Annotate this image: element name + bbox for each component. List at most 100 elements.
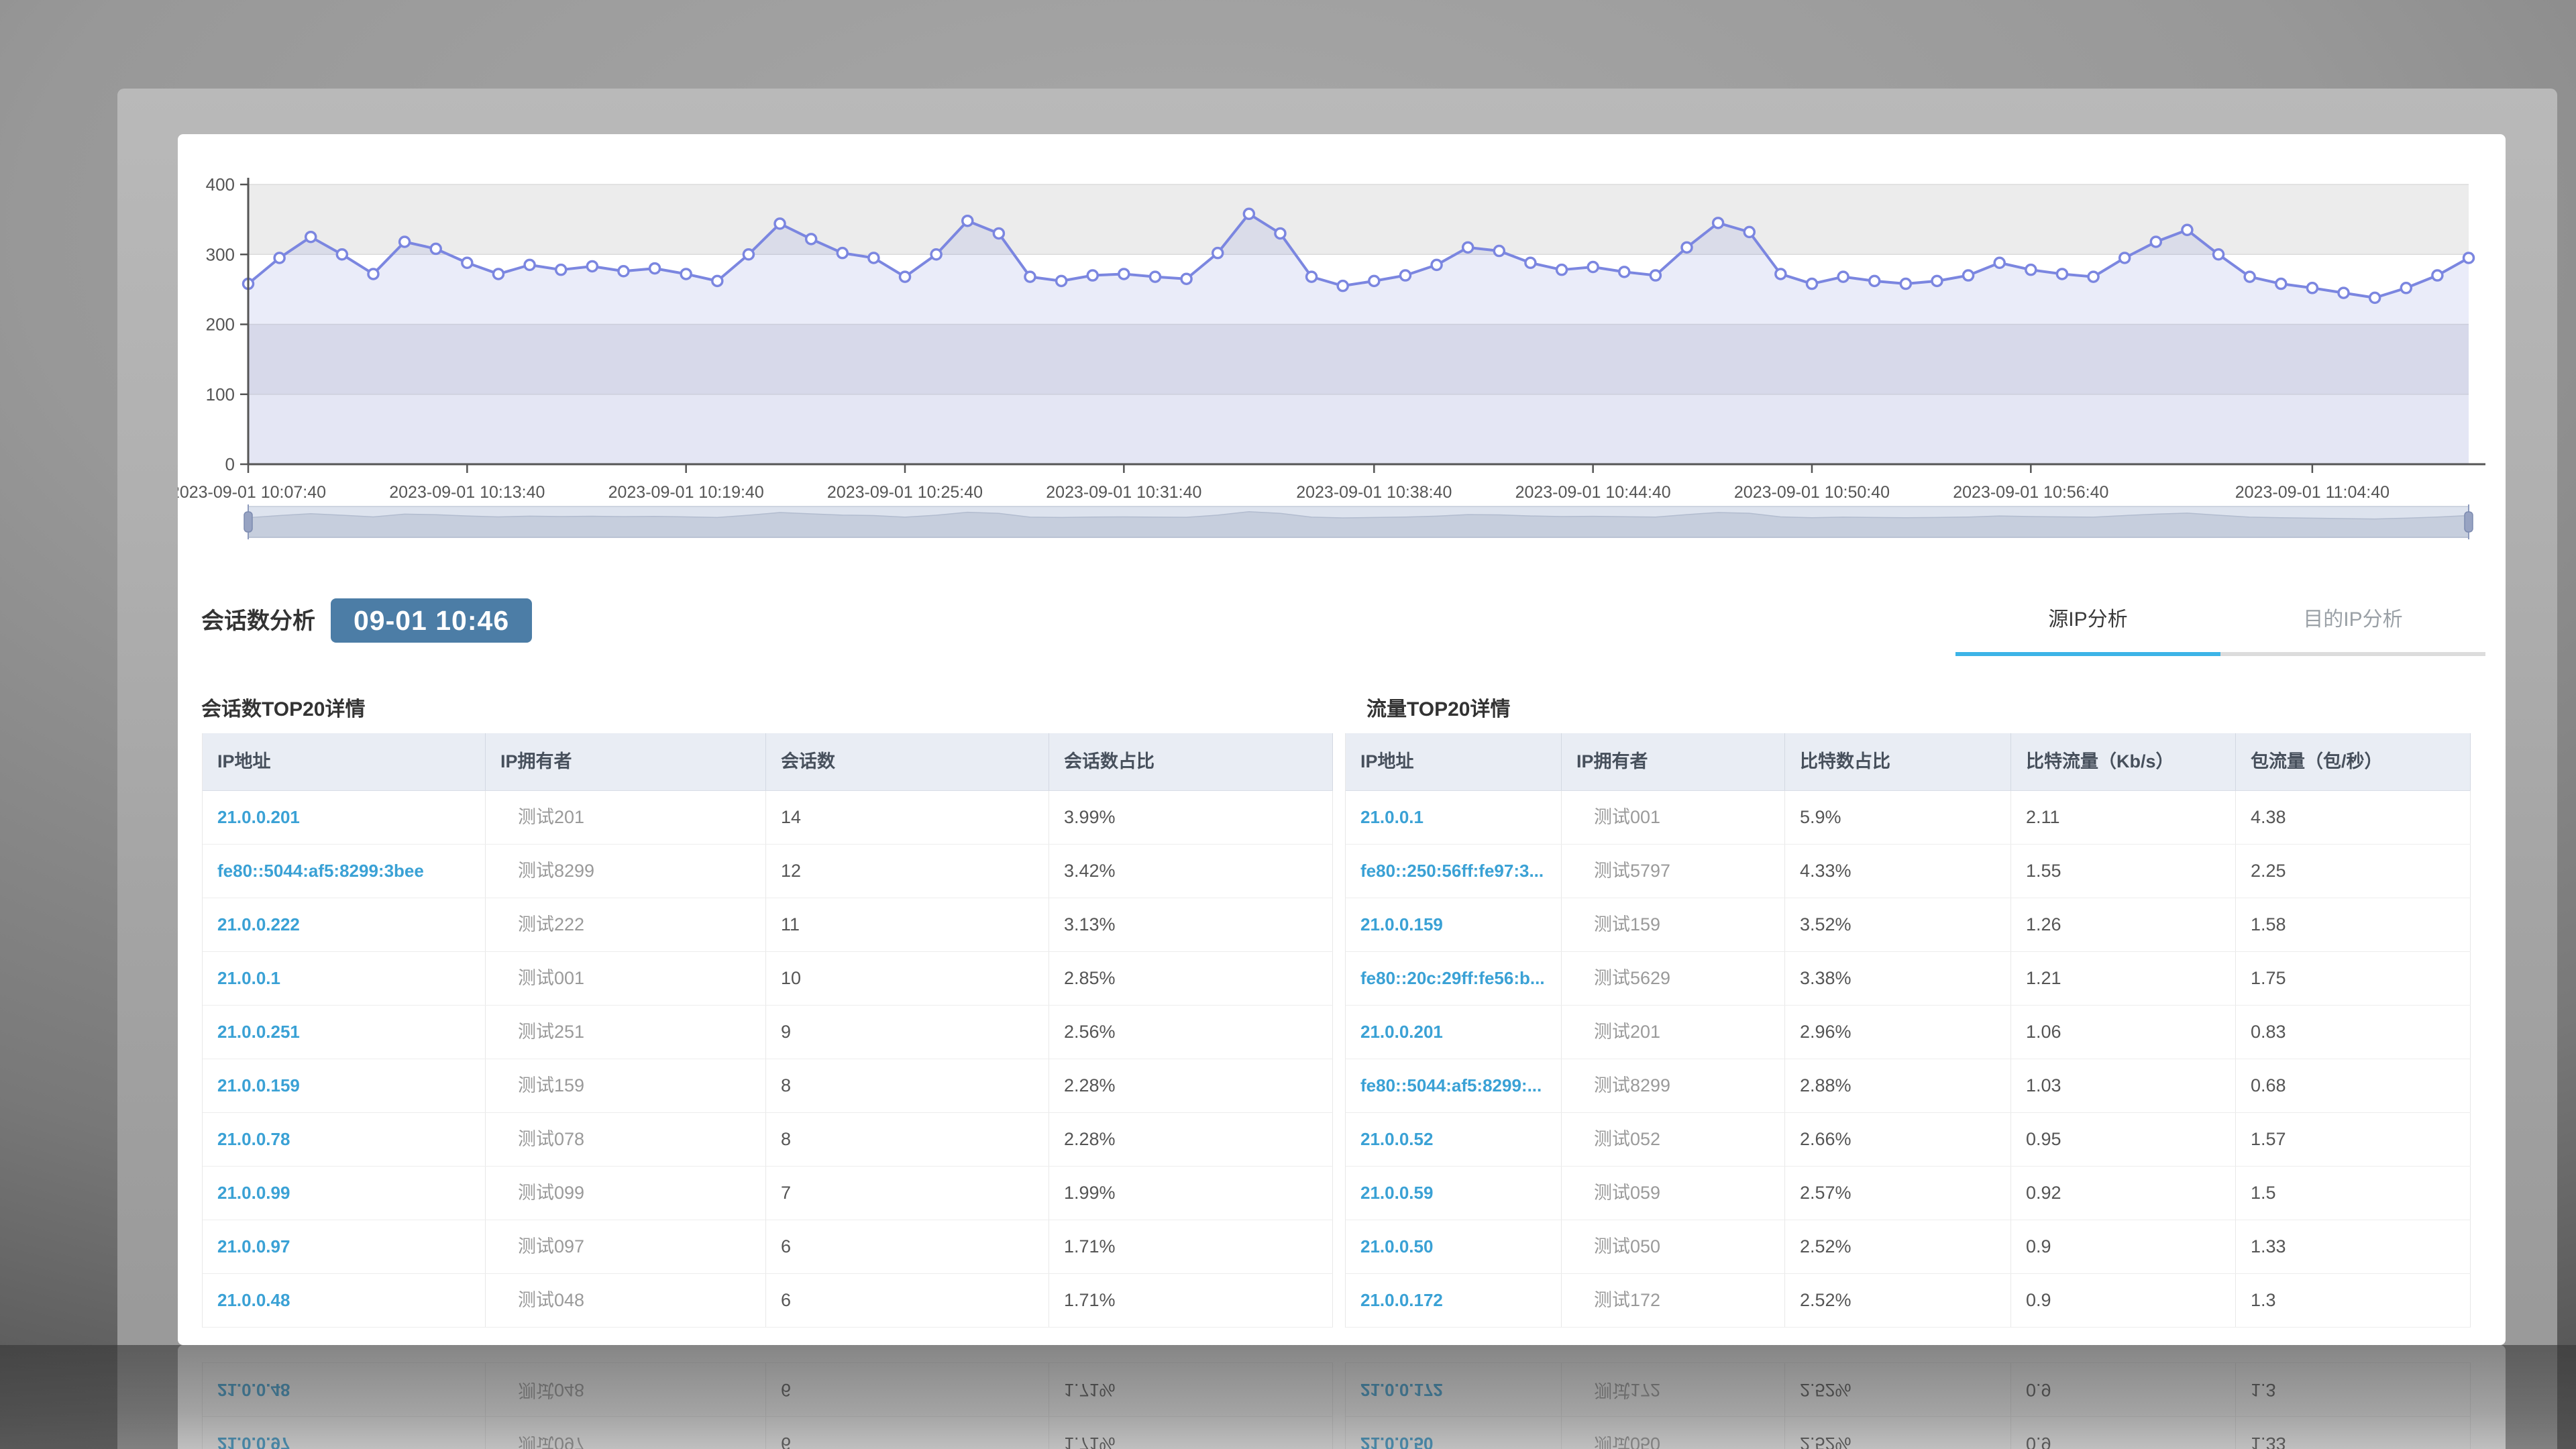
session-top20-table: IP地址 IP拥有者 会话数 会话数占比 21.0.0.201 测试201 14 3.99% f… xyxy=(202,733,1333,1328)
ip-link[interactable]: 21.0.0.172 xyxy=(1346,1274,1562,1327)
table-cell: 0.68 xyxy=(2236,1059,2471,1112)
ip-link[interactable]: fe80::5044:af5:8299:... xyxy=(1346,1059,1562,1112)
table-cell: 2.57% xyxy=(1785,1167,2011,1220)
column-header: 包流量（包/秒） xyxy=(2236,733,2471,790)
table-cell: 1.26 xyxy=(2011,898,2236,951)
column-header: IP拥有者 xyxy=(486,733,766,790)
tab-dest-ip[interactable]: 目的IP分析 xyxy=(2220,596,2485,656)
table-cell: 14 xyxy=(766,791,1049,844)
table-cell: 2.25 xyxy=(2236,845,2471,898)
table-cell: 测试5629 xyxy=(1562,952,1785,1005)
table-cell: 测试059 xyxy=(1562,1167,1785,1220)
table-row: 21.0.0.159 测试159 8 2.28% xyxy=(203,1059,1333,1113)
table-cell: 0.83 xyxy=(2236,1006,2471,1059)
table-cell: 2.56% xyxy=(1049,1006,1333,1059)
ip-link[interactable]: 21.0.0.159 xyxy=(1346,898,1562,951)
ip-link[interactable]: 21.0.0.222 xyxy=(203,898,486,951)
svg-text:2023-09-01 10:19:40: 2023-09-01 10:19:40 xyxy=(608,483,764,502)
table-cell: 1.57 xyxy=(2236,1113,2471,1166)
ip-link[interactable]: 21.0.0.78 xyxy=(203,1113,486,1166)
table-cell: 3.13% xyxy=(1049,898,1333,951)
ip-link[interactable]: 21.0.0.251 xyxy=(203,1006,486,1059)
table-cell: 10 xyxy=(766,952,1049,1005)
table-cell: 测试097 xyxy=(486,1220,766,1273)
table-row: fe80::250:56ff:fe97:3... 测试5797 4.33% 1.55 2… xyxy=(1346,845,2471,898)
ip-link[interactable]: 21.0.0.1 xyxy=(203,952,486,1005)
table-row: 21.0.0.201 测试201 2.96% 1.06 0.83 xyxy=(1346,1006,2471,1059)
table-cell: 2.52% xyxy=(1785,1274,2011,1327)
column-header: 比特数占比 xyxy=(1785,733,2011,790)
ip-link[interactable]: 21.0.0.48 xyxy=(203,1274,486,1327)
table-cell: 6 xyxy=(766,1220,1049,1273)
table-cell: 测试172 xyxy=(1562,1274,1785,1327)
column-header: 比特流量（Kb/s） xyxy=(2011,733,2236,790)
ip-link[interactable]: fe80::20c:29ff:fe56:b... xyxy=(1346,952,1562,1005)
table-row: fe80::20c:29ff:fe56:b... 测试5629 3.38% 1.21 1… xyxy=(1346,952,2471,1006)
ip-link[interactable]: 21.0.0.52 xyxy=(1346,1113,1562,1166)
ip-link[interactable]: fe80::5044:af5:8299:3bee xyxy=(203,845,486,898)
table-cell: 测试251 xyxy=(486,1006,766,1059)
column-header: 会话数占比 xyxy=(1049,733,1333,790)
svg-text:400: 400 xyxy=(206,174,235,195)
table-row: 21.0.0.59 测试059 2.57% 0.92 1.5 xyxy=(1346,1167,2471,1220)
table-cell: 2.28% xyxy=(1049,1059,1333,1112)
table-row: 21.0.0.1 测试001 5.9% 2.11 4.38 xyxy=(1346,791,2471,845)
table-cell: 2.28% xyxy=(1049,1113,1333,1166)
table-cell: 12 xyxy=(766,845,1049,898)
table-cell: 测试078 xyxy=(486,1113,766,1166)
table-header-row: IP地址 IP拥有者 会话数 会话数占比 xyxy=(203,733,1333,791)
ip-link[interactable]: 21.0.0.50 xyxy=(1346,1220,1562,1273)
table-cell: 0.92 xyxy=(2011,1167,2236,1220)
tab-source-ip[interactable]: 源IP分析 xyxy=(1955,596,2220,656)
table-row: 21.0.0.159 测试159 3.52% 1.26 1.58 xyxy=(1346,898,2471,952)
ip-link[interactable]: fe80::250:56ff:fe97:3... xyxy=(1346,845,1562,898)
column-header: IP地址 xyxy=(1346,733,1562,790)
table-row: 21.0.0.97 测试097 6 1.71% xyxy=(203,1220,1333,1274)
svg-text:2023-09-01 10:07:40: 2023-09-01 10:07:40 xyxy=(178,483,326,502)
sessions-line-chart: 0 100 200 300 400 2023-09-01 10:07:40 2023-09-… xyxy=(178,174,2485,502)
svg-text:300: 300 xyxy=(206,244,235,264)
ip-link[interactable]: 21.0.0.97 xyxy=(203,1220,486,1273)
ip-link[interactable]: 21.0.0.201 xyxy=(1346,1006,1562,1059)
table-row: 21.0.0.172 测试172 2.52% 0.9 1.3 xyxy=(1346,1274,2471,1328)
table-cell: 测试052 xyxy=(1562,1113,1785,1166)
table-cell: 测试159 xyxy=(486,1059,766,1112)
ip-link[interactable]: 21.0.0.201 xyxy=(203,791,486,844)
ip-link[interactable]: 21.0.0.99 xyxy=(203,1167,486,1220)
table-cell: 测试099 xyxy=(486,1167,766,1220)
ip-link[interactable]: 21.0.0.1 xyxy=(1346,791,1562,844)
minimap-handle-right[interactable] xyxy=(2464,511,2473,533)
table-cell: 7 xyxy=(766,1167,1049,1220)
time-badge[interactable]: 09-01 10:46 xyxy=(331,598,533,643)
svg-text:2023-09-01 10:44:40: 2023-09-01 10:44:40 xyxy=(1515,483,1671,502)
ip-link[interactable]: 21.0.0.159 xyxy=(203,1059,486,1112)
table-cell: 0.95 xyxy=(2011,1113,2236,1166)
table-row: 21.0.0.52 测试052 2.66% 0.95 1.57 xyxy=(1346,1113,2471,1167)
table-cell: 测试5797 xyxy=(1562,845,1785,898)
table-row: 21.0.0.201 测试201 14 3.99% xyxy=(203,791,1333,845)
table-cell: 测试001 xyxy=(486,952,766,1005)
table-header-row: IP地址 IP拥有者 比特数占比 比特流量（Kb/s） 包流量（包/秒） xyxy=(1346,733,2471,791)
table-row: 21.0.0.251 测试251 9 2.56% xyxy=(203,1006,1333,1059)
table-row: 21.0.0.222 测试222 11 3.13% xyxy=(203,898,1333,952)
table-cell: 1.03 xyxy=(2011,1059,2236,1112)
datazoom-minimap[interactable] xyxy=(178,504,2506,539)
table-row: 21.0.0.50 测试050 2.52% 0.9 1.33 xyxy=(1346,1220,2471,1274)
table-cell: 0.9 xyxy=(2011,1220,2236,1273)
table-cell: 8 xyxy=(766,1059,1049,1112)
table-row: fe80::5044:af5:8299:3bee 测试8299 12 3.42% xyxy=(203,845,1333,898)
table-cell: 11 xyxy=(766,898,1049,951)
minimap-handle-left[interactable] xyxy=(244,511,253,533)
table-cell: 1.21 xyxy=(2011,952,2236,1005)
svg-text:2023-09-01 10:38:40: 2023-09-01 10:38:40 xyxy=(1296,483,1452,502)
session-table-title: 会话数TOP20详情 xyxy=(201,698,366,720)
table-row: 21.0.0.99 测试099 7 1.99% xyxy=(203,1167,1333,1220)
ip-link[interactable]: 21.0.0.59 xyxy=(1346,1167,1562,1220)
svg-text:2023-09-01 10:50:40: 2023-09-01 10:50:40 xyxy=(1734,483,1890,502)
table-cell: 1.5 xyxy=(2236,1167,2471,1220)
table-cell: 测试001 xyxy=(1562,791,1785,844)
table-cell: 1.99% xyxy=(1049,1167,1333,1220)
table-cell: 8 xyxy=(766,1113,1049,1166)
table-cell: 1.75 xyxy=(2236,952,2471,1005)
table-cell: 1.33 xyxy=(2236,1220,2471,1273)
